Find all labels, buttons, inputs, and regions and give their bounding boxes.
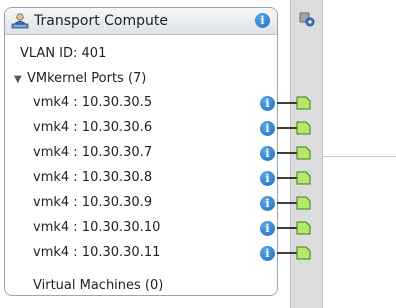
vmkernel-port-row[interactable]: vmk4 : 10.30.30.7 i [5,145,277,170]
port-info-icon[interactable]: i [260,96,275,111]
vmkernel-port-label: vmk4 : 10.30.30.7 [33,145,153,160]
port-connector-icon[interactable] [277,170,317,186]
port-connector-icon[interactable] [277,95,317,111]
vmkernel-port-row[interactable]: vmk4 : 10.30.30.6 i [5,120,277,145]
vmkernel-port-row[interactable]: vmk4 : 10.30.30.10 i [5,220,277,245]
port-info-icon[interactable]: i [260,171,275,186]
portgroup-header[interactable]: Transport Compute i [5,8,277,35]
port-connector-icon[interactable] [277,195,317,211]
virtual-machines-label[interactable]: Virtual Machines (0) [33,278,163,293]
vmkernel-ports-group[interactable]: ▼ VMkernel Ports (7) [14,71,146,86]
portgroup-info-icon[interactable]: i [255,13,270,28]
vmkernel-port-label: vmk4 : 10.30.30.8 [33,170,153,185]
port-info-icon[interactable]: i [260,246,275,261]
port-info-icon[interactable]: i [260,221,275,236]
vlan-id: VLAN ID: 401 [20,46,107,61]
vswitch-settings-icon[interactable] [299,11,315,27]
vmkernel-port-label: vmk4 : 10.30.30.5 [33,95,153,110]
port-info-icon[interactable]: i [260,121,275,136]
vmkernel-port-label: vmk4 : 10.30.30.11 [33,245,161,260]
port-info-icon[interactable]: i [260,146,275,161]
vmkernel-port-label: vmk4 : 10.30.30.6 [33,120,153,135]
vmkernel-port-row[interactable]: vmk4 : 10.30.30.8 i [5,170,277,195]
vmkernel-port-label: vmk4 : 10.30.30.9 [33,195,153,210]
port-info-icon[interactable]: i [260,196,275,211]
right-pane [322,0,396,308]
vmkernel-port-label: vmk4 : 10.30.30.10 [33,220,161,235]
collapse-triangle-icon[interactable]: ▼ [14,74,27,85]
port-connector-icon[interactable] [277,220,317,236]
network-portgroup-icon [11,13,29,29]
portgroup-card[interactable]: Transport Compute i VLAN ID: 401 ▼ VMkern… [4,7,278,296]
vmkernel-port-row[interactable]: vmk4 : 10.30.30.11 i [5,245,277,270]
portgroup-title: Transport Compute [34,13,168,29]
port-connector-icon[interactable] [277,245,317,261]
port-connector-icon[interactable] [277,145,317,161]
vmkernel-port-row[interactable]: vmk4 : 10.30.30.5 i [5,95,277,120]
vmkernel-ports-label: VMkernel Ports (7) [27,71,147,86]
vmkernel-port-row[interactable]: vmk4 : 10.30.30.9 i [5,195,277,220]
port-connector-icon[interactable] [277,120,317,136]
